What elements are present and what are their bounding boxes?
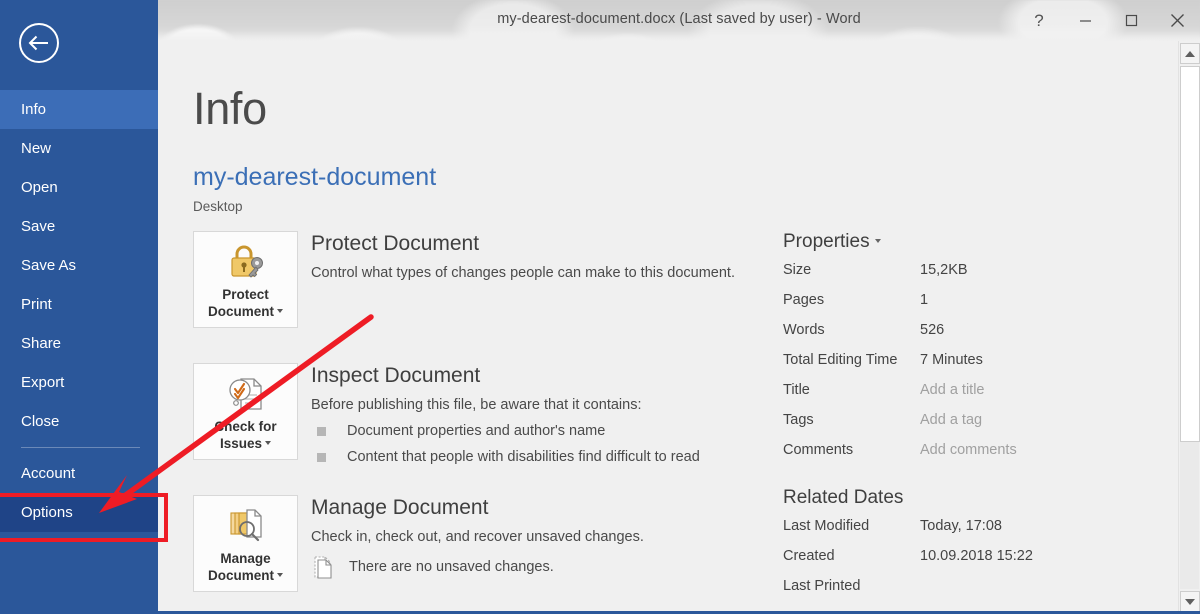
sidebar-item-new[interactable]: New bbox=[0, 129, 158, 168]
date-key: Last Printed bbox=[783, 578, 861, 594]
property-value: 1 bbox=[920, 292, 929, 308]
date-value: Today, 17:08 bbox=[920, 518, 1002, 534]
properties-heading-label: Properties bbox=[783, 231, 870, 252]
window-controls: ? bbox=[1016, 0, 1200, 41]
scroll-down-arrow-icon[interactable] bbox=[1180, 591, 1200, 612]
sidebar-item-export[interactable]: Export bbox=[0, 363, 158, 402]
info-pane: Info my-dearest-document Desktop Protect… bbox=[158, 41, 1178, 614]
tags-field[interactable]: Add a tag bbox=[920, 412, 982, 428]
close-icon[interactable] bbox=[1154, 0, 1200, 41]
document-path: Desktop bbox=[193, 199, 243, 214]
sidebar-item-options[interactable]: Options bbox=[0, 493, 158, 532]
property-key: Title bbox=[783, 382, 810, 398]
section-description: Check in, check out, and recover unsaved… bbox=[311, 529, 644, 545]
word-backstage-info-screen: my-dearest-document.docx (Last saved by … bbox=[0, 0, 1200, 614]
sidebar-item-close[interactable]: Close bbox=[0, 402, 158, 441]
date-row-created: Created 10.09.2018 15:22 bbox=[783, 548, 1113, 578]
section-title: Inspect Document bbox=[311, 364, 481, 387]
sidebar-item-save[interactable]: Save bbox=[0, 207, 158, 246]
section-title: Protect Document bbox=[311, 232, 480, 255]
properties-heading[interactable]: Properties bbox=[783, 231, 1113, 253]
property-row-words: Words 526 bbox=[783, 322, 1113, 352]
sidebar-divider bbox=[21, 447, 140, 448]
properties-panel: Properties Size 15,2KB Pages 1 Words 526… bbox=[783, 231, 1113, 472]
section-title: Manage Document bbox=[311, 496, 489, 519]
list-item: Content that people with disabilities fi… bbox=[311, 447, 791, 468]
scrollbar-thumb[interactable] bbox=[1180, 66, 1200, 442]
date-value: 10.09.2018 15:22 bbox=[920, 548, 1033, 564]
unsaved-changes-note: There are no unsaved changes. bbox=[311, 555, 791, 579]
property-row-title: Title Add a title bbox=[783, 382, 1113, 412]
bullet-square-icon bbox=[317, 453, 326, 462]
property-row-size: Size 15,2KB bbox=[783, 262, 1113, 292]
list-item: Document properties and author's name bbox=[311, 421, 791, 442]
help-icon[interactable]: ? bbox=[1016, 0, 1062, 41]
property-key: Comments bbox=[783, 442, 854, 458]
check-for-issues-label: Check for Issues bbox=[214, 419, 277, 451]
chevron-down-icon[interactable] bbox=[277, 573, 283, 578]
maximize-icon[interactable] bbox=[1108, 0, 1154, 41]
unsaved-changes-icon bbox=[314, 556, 332, 579]
document-inspect-icon bbox=[228, 378, 262, 410]
vertical-scrollbar[interactable] bbox=[1178, 41, 1200, 614]
property-row-total-editing-time: Total Editing Time 7 Minutes bbox=[783, 352, 1113, 382]
date-row-last-printed: Last Printed bbox=[783, 578, 1113, 608]
chevron-down-icon[interactable] bbox=[277, 309, 283, 314]
protect-document-body: Protect Document Control what types of c… bbox=[311, 231, 791, 284]
manage-document-button[interactable]: Manage Document bbox=[193, 495, 298, 592]
sidebar-item-share[interactable]: Share bbox=[0, 324, 158, 363]
check-for-issues-button[interactable]: Check for Issues bbox=[193, 363, 298, 460]
property-row-comments: Comments Add comments bbox=[783, 442, 1113, 472]
sidebar-item-account[interactable]: Account bbox=[0, 454, 158, 493]
inspect-document-body: Inspect Document Before publishing this … bbox=[311, 363, 791, 468]
document-name[interactable]: my-dearest-document bbox=[193, 163, 436, 192]
chevron-down-icon[interactable] bbox=[265, 441, 272, 446]
sidebar-item-open[interactable]: Open bbox=[0, 168, 158, 207]
property-value: 15,2KB bbox=[920, 262, 968, 278]
date-key: Last Modified bbox=[783, 518, 870, 534]
comments-field[interactable]: Add comments bbox=[920, 442, 1017, 458]
property-key: Pages bbox=[783, 292, 825, 308]
date-key: Created bbox=[783, 548, 835, 564]
back-arrow-icon[interactable] bbox=[18, 22, 60, 64]
bullet-text: Document properties and author's name bbox=[347, 423, 606, 439]
property-key: Total Editing Time bbox=[783, 352, 898, 368]
sidebar-item-info[interactable]: Info bbox=[0, 90, 158, 129]
padlock-key-icon bbox=[230, 245, 263, 278]
sidebar-item-save-as[interactable]: Save As bbox=[0, 246, 158, 285]
backstage-nav: Info New Open Save Save As Print Share E… bbox=[0, 90, 158, 532]
manage-document-body: Manage Document Check in, check out, and… bbox=[311, 495, 791, 579]
minimize-icon[interactable] bbox=[1062, 0, 1108, 41]
bullet-text: Content that people with disabilities fi… bbox=[347, 449, 700, 465]
manage-versions-icon bbox=[229, 509, 262, 542]
scroll-up-arrow-icon[interactable] bbox=[1180, 43, 1200, 64]
protect-document-label: Protect Document bbox=[208, 286, 283, 320]
bullet-square-icon bbox=[317, 427, 326, 436]
date-row-last-modified: Last Modified Today, 17:08 bbox=[783, 518, 1113, 548]
page-title: Info bbox=[193, 83, 267, 134]
property-value: 7 Minutes bbox=[920, 352, 983, 368]
property-row-pages: Pages 1 bbox=[783, 292, 1113, 322]
title-bar: my-dearest-document.docx (Last saved by … bbox=[158, 0, 1200, 41]
sidebar-item-print[interactable]: Print bbox=[0, 285, 158, 324]
unsaved-changes-text: There are no unsaved changes. bbox=[349, 559, 554, 575]
protect-document-button[interactable]: Protect Document bbox=[193, 231, 298, 328]
section-description: Control what types of changes people can… bbox=[311, 265, 735, 281]
related-dates-heading: Related Dates bbox=[783, 487, 904, 508]
related-dates-panel: Related Dates Last Modified Today, 17:08… bbox=[783, 487, 1113, 608]
property-key: Tags bbox=[783, 412, 814, 428]
property-key: Size bbox=[783, 262, 812, 278]
property-row-tags: Tags Add a tag bbox=[783, 412, 1113, 442]
section-description: Before publishing this file, be aware th… bbox=[311, 397, 642, 413]
title-field[interactable]: Add a title bbox=[920, 382, 985, 398]
property-key: Words bbox=[783, 322, 825, 338]
manage-document-label: Manage Document bbox=[208, 550, 283, 584]
property-value: 526 bbox=[920, 322, 945, 338]
chevron-down-icon[interactable] bbox=[874, 238, 881, 243]
backstage-sidebar: Info New Open Save Save As Print Share E… bbox=[0, 0, 168, 614]
